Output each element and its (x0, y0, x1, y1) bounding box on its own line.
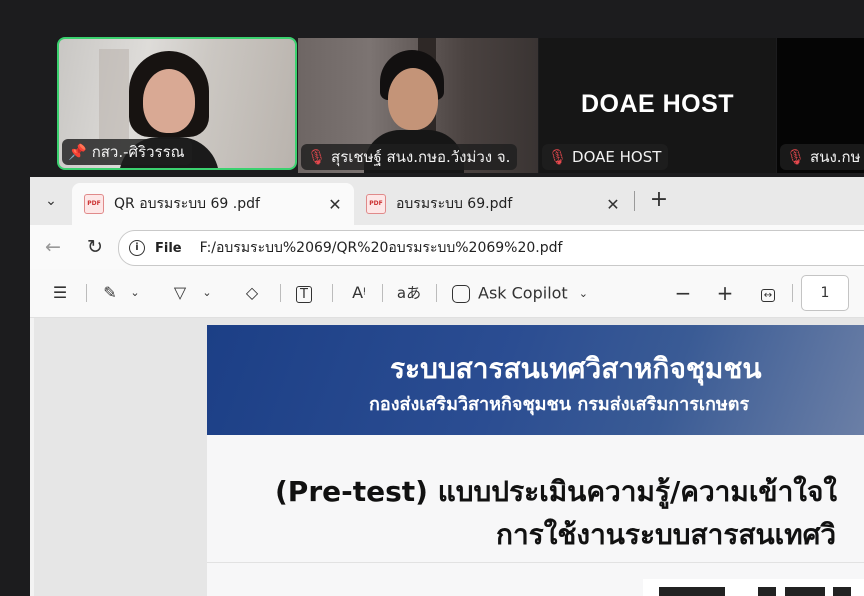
participant-tile[interactable]: 📌 กสว.-ศิริวรรณ (57, 37, 297, 170)
pdf-icon: PDF (84, 194, 104, 214)
contents-list-icon[interactable]: ☰ (48, 281, 72, 305)
tab-bar: ⌄ PDF QR อบรมระบบ 69 .pdf ✕ PDF อบรมระบบ… (30, 177, 864, 225)
toolbar-divider (382, 284, 383, 302)
chevron-down-icon[interactable]: ⌄ (200, 281, 214, 305)
participant-name: DOAE HOST (572, 148, 662, 166)
tab-list-chevron-icon[interactable]: ⌄ (38, 189, 64, 213)
pin-icon[interactable]: 📌 (68, 139, 87, 165)
back-arrow-icon[interactable]: ← (40, 234, 66, 260)
close-tab-icon[interactable]: ✕ (602, 195, 624, 214)
participant-name-label: 🎙 สุรเชษฐ์ สนง.กษอ.วังม่วง จ. (301, 144, 518, 170)
tab-qr-pdf[interactable]: PDF QR อบรมระบบ 69 .pdf ✕ (72, 183, 354, 225)
read-aloud-icon[interactable]: Aᵎ (346, 281, 372, 305)
translate-icon[interactable]: aあ (394, 281, 424, 305)
toolbar-divider (280, 284, 281, 302)
zoom-out-icon[interactable]: − (672, 281, 694, 305)
participant-name: กสว.-ศิริวรรณ (91, 143, 185, 161)
mic-muted-icon: 🎙 (786, 148, 806, 166)
mic-muted-icon: 🎙 (307, 148, 327, 166)
address-bar-row: ← ↻ i File F:/อบรมระบบ%2069/QR%20อบรมระบ… (30, 225, 864, 269)
zoom-in-icon[interactable]: + (714, 281, 736, 305)
ask-copilot-button[interactable]: Ask Copilot ⌄ (452, 281, 588, 305)
tab-title: QR อบรมระบบ 69 .pdf (114, 196, 260, 212)
viewer-edge (30, 318, 34, 596)
toolbar-divider (332, 284, 333, 302)
chevron-down-icon[interactable]: ⌄ (128, 281, 142, 305)
copilot-icon (452, 284, 470, 303)
new-tab-plus-icon[interactable]: + (646, 187, 672, 213)
address-bar[interactable]: i File F:/อบรมระบบ%2069/QR%20อบรมระบบ%20… (118, 230, 864, 266)
tab-training-pdf[interactable]: PDF อบรมระบบ 69.pdf ✕ (354, 183, 632, 225)
qr-code-module (833, 587, 851, 596)
toolbar-divider (792, 284, 793, 302)
banner-title: ระบบสารสนเทศวิสาหกิจชุมชน (390, 352, 762, 385)
meeting-participant-strip: 📌 กสว.-ศิริวรรณ 🎙 สุรเชษฐ์ สนง.กษอ.วังม่… (0, 0, 864, 177)
close-tab-icon[interactable]: ✕ (324, 195, 346, 214)
pdf-toolbar: ☰ ✎ ⌄ ▽ ⌄ ◇ T Aᵎ aあ Ask Copilot ⌄ − + ↔ … (30, 269, 864, 318)
info-icon[interactable]: i (129, 240, 145, 256)
participant-name-label: 📌 กสว.-ศิริวรรณ (62, 139, 192, 165)
form-heading-line-2: การใช้งานระบบสารสนเทศวิ (496, 518, 837, 551)
qr-code-module (758, 587, 776, 596)
url-text[interactable]: F:/อบรมระบบ%2069/QR%20อบรมระบบ%2069%20.p… (200, 237, 563, 259)
ask-copilot-label: Ask Copilot (478, 283, 568, 303)
fit-to-width-icon[interactable]: ↔ (756, 281, 780, 305)
translate-label: aあ (396, 284, 422, 302)
mic-muted-icon: 🎙 (548, 148, 568, 166)
draw-icon[interactable]: ✎ (98, 281, 122, 305)
document-banner: ระบบสารสนเทศวิสาหกิจชุมชน กองส่งเสริมวิส… (207, 325, 864, 435)
qr-code-module (659, 587, 725, 596)
pdf-page: ระบบสารสนเทศวิสาหกิจชุมชน กองส่งเสริมวิส… (207, 325, 864, 596)
eraser-icon[interactable]: ◇ (240, 281, 264, 305)
participant-tile[interactable]: 🎙 สนง.กษ (777, 38, 864, 173)
pdf-viewer[interactable]: ระบบสารสนเทศวิสาหกิจชุมชน กองส่งเสริมวิส… (30, 318, 864, 596)
participant-name-label: 🎙 สนง.กษ (780, 144, 864, 170)
browser-window: ⌄ PDF QR อบรมระบบ 69 .pdf ✕ PDF อบรมระบบ… (30, 177, 864, 596)
pdf-icon: PDF (366, 194, 386, 214)
toolbar-divider (436, 284, 437, 302)
participant-display-name: DOAE HOST (580, 90, 735, 118)
form-heading-line-1: (Pre-test) แบบประเมินความรู้/ความเข้าใจใ (275, 475, 838, 508)
divider (207, 562, 864, 563)
tab-title: อบรมระบบ 69.pdf (396, 196, 513, 212)
participant-name: สุรเชษฐ์ สนง.กษอ.วังม่วง จ. (331, 148, 511, 166)
tab-divider (634, 191, 635, 211)
chevron-down-icon: ⌄ (578, 286, 589, 300)
participant-name-label: 🎙 DOAE HOST (542, 144, 669, 170)
participant-tile[interactable]: 🎙 สุรเชษฐ์ สนง.กษอ.วังม่วง จ. (298, 38, 538, 173)
highlight-icon[interactable]: ▽ (168, 281, 192, 305)
banner-subtitle: กองส่งเสริมวิสาหกิจชุมชน กรมส่งเสริมการเ… (369, 394, 750, 415)
page-number-input[interactable]: 1 (801, 275, 849, 311)
scheme-label: File (155, 240, 182, 256)
participant-name: สนง.กษ (810, 148, 861, 166)
participant-tile[interactable]: DOAE HOST 🎙 DOAE HOST (539, 38, 776, 173)
toolbar-divider (86, 284, 87, 302)
add-text-icon[interactable]: T (292, 281, 316, 305)
qr-code-module (785, 587, 825, 596)
read-aloud-label: A (352, 283, 364, 302)
reload-icon[interactable]: ↻ (82, 234, 108, 260)
